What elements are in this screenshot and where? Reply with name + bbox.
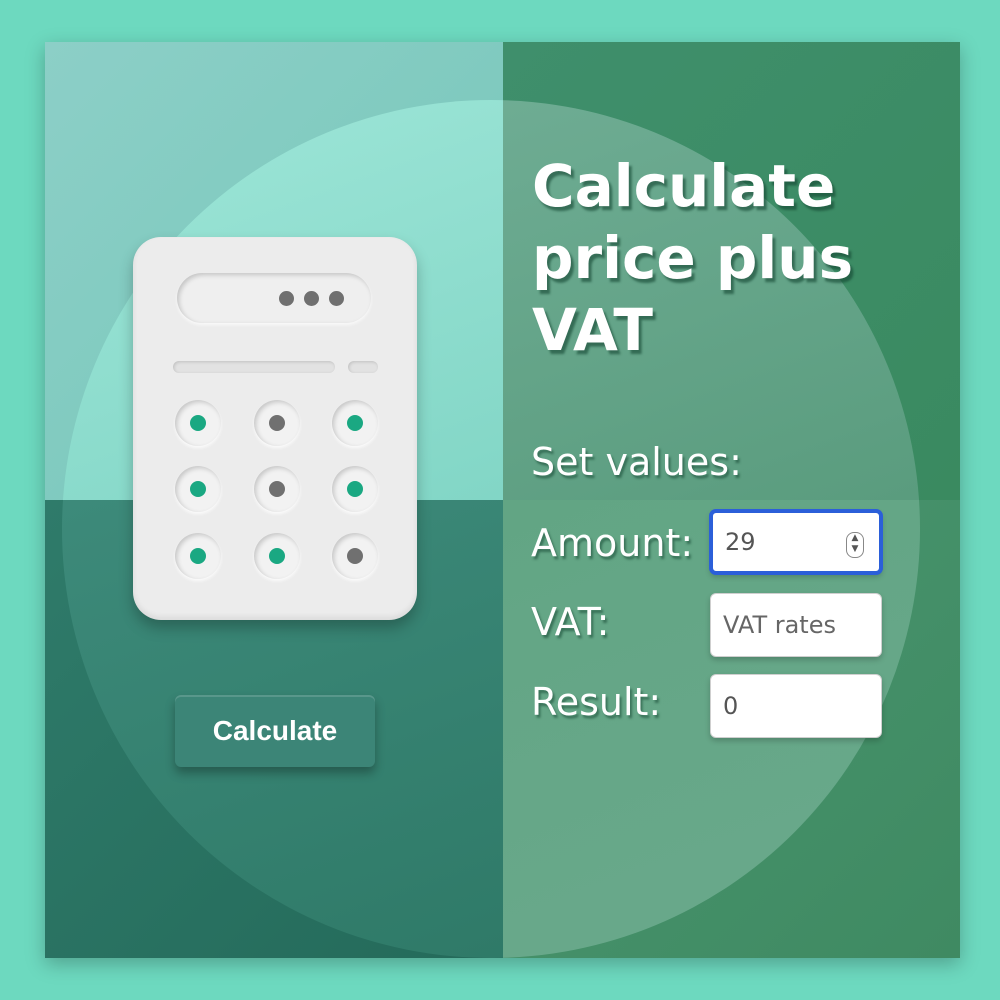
page-title: Calculate price plus VAT	[532, 150, 932, 366]
screen-dot	[304, 291, 319, 306]
set-values-label: Set values:	[531, 440, 742, 484]
calculator-key	[254, 466, 300, 512]
calculator-key	[332, 400, 378, 446]
calculator-key	[175, 400, 221, 446]
title-line: price plus	[532, 224, 854, 292]
calculator-key	[332, 466, 378, 512]
result-label: Result:	[531, 680, 662, 724]
screen-dot	[279, 291, 294, 306]
calculator-bar	[173, 361, 335, 373]
number-spinner-icon[interactable]: ▲ ▼	[846, 532, 864, 558]
calculator-screen	[177, 273, 371, 323]
calculator-bar-small	[348, 361, 378, 373]
title-line: Calculate	[532, 152, 836, 220]
result-field[interactable]	[710, 674, 882, 738]
calculator-key	[332, 533, 378, 579]
calculator-key	[254, 400, 300, 446]
amount-label: Amount:	[531, 521, 694, 565]
screen-dot	[329, 291, 344, 306]
vat-rate-input[interactable]	[710, 593, 882, 657]
calculator-key	[175, 466, 221, 512]
calculator-key	[175, 533, 221, 579]
calculate-button[interactable]: Calculate	[175, 695, 375, 767]
calculator-key	[254, 533, 300, 579]
vat-label: VAT:	[531, 600, 610, 644]
calculator-icon	[133, 237, 417, 620]
title-line: VAT	[532, 296, 653, 364]
